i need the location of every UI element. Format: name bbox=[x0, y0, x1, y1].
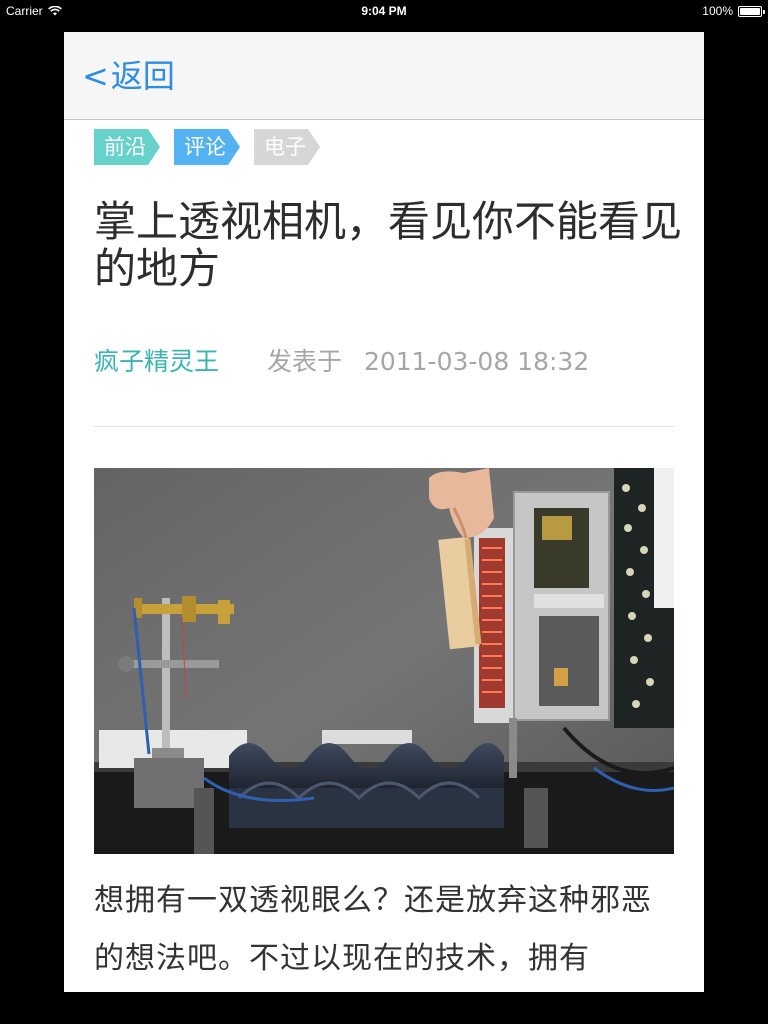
nav-bar: < 返回 bbox=[64, 32, 704, 120]
status-right: 100% bbox=[702, 4, 765, 18]
author-link[interactable]: 疯子精灵王 bbox=[94, 347, 219, 376]
back-label: 返回 bbox=[110, 57, 175, 95]
article-panel: < 返回 前沿 评论 电子 掌上透视相机，看见你不能看见的地方 疯子精灵王 发表… bbox=[64, 32, 704, 992]
post-date: 2011-03-08 18:32 bbox=[363, 347, 590, 376]
status-time: 9:04 PM bbox=[361, 4, 407, 18]
article-meta: 疯子精灵王 发表于 2011-03-08 18:32 bbox=[94, 344, 589, 380]
tag-electronics[interactable]: 电子 bbox=[254, 129, 320, 165]
article-body: 想拥有一双透视眼么？还是放弃这种邪恶的想法吧。不过以现在的技术，拥有 bbox=[94, 883, 652, 976]
posted-label: 发表于 bbox=[266, 347, 342, 376]
back-button[interactable]: < 返回 bbox=[82, 56, 175, 96]
article-photo bbox=[94, 468, 674, 854]
battery-icon bbox=[738, 5, 765, 17]
status-bar: Carrier 9:04 PM 100% bbox=[0, 0, 768, 22]
divider bbox=[94, 426, 674, 427]
article-title: 掌上透视相机，看见你不能看见的地方 bbox=[94, 197, 683, 293]
battery-percent: 100% bbox=[702, 4, 733, 18]
tag-frontier[interactable]: 前沿 bbox=[94, 129, 160, 165]
chevron-left-icon: < bbox=[82, 57, 109, 95]
tag-list: 前沿 评论 电子 bbox=[94, 129, 320, 165]
tag-review[interactable]: 评论 bbox=[174, 129, 240, 165]
